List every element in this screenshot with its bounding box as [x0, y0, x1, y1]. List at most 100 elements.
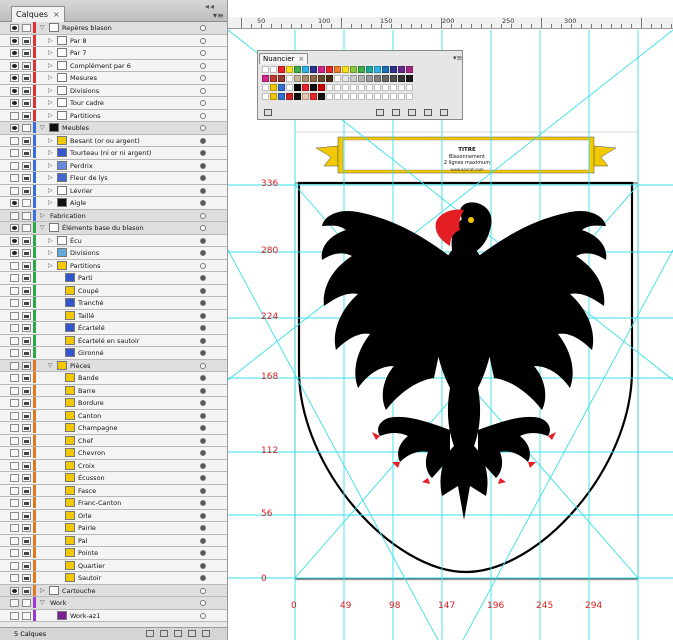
sublayer-row[interactable]: Gironné	[0, 347, 227, 360]
visibility-eye-icon[interactable]	[10, 24, 19, 32]
expand-triangle-closed-icon[interactable]: ▷	[48, 262, 53, 269]
lock-icon[interactable]	[22, 124, 31, 132]
color-swatch[interactable]	[318, 84, 325, 91]
color-swatch[interactable]	[302, 66, 309, 73]
color-swatch[interactable]	[294, 75, 301, 82]
close-icon[interactable]: ×	[298, 55, 304, 63]
target-circle-icon[interactable]	[200, 237, 206, 244]
sublayer-row[interactable]: ▷ Fleur de lys	[0, 172, 227, 185]
color-swatch[interactable]	[390, 66, 397, 73]
color-swatch[interactable]	[318, 75, 325, 82]
color-swatch[interactable]	[382, 93, 389, 100]
lock-icon[interactable]	[22, 336, 31, 345]
color-swatch[interactable]	[406, 75, 413, 82]
sublayer-row[interactable]: ▷ Divisions	[0, 84, 227, 97]
target-circle-icon[interactable]	[200, 75, 206, 81]
target-circle-icon[interactable]	[200, 300, 206, 306]
color-swatch[interactable]	[286, 93, 293, 100]
visibility-eye-icon[interactable]	[10, 199, 19, 207]
color-swatch[interactable]	[342, 84, 349, 91]
target-circle-icon[interactable]	[200, 262, 206, 269]
sublayer-row[interactable]: ▷ Par 7	[0, 47, 227, 60]
color-swatch[interactable]	[390, 75, 397, 82]
expand-triangle-closed-icon[interactable]: ▷	[40, 587, 45, 594]
target-circle-icon[interactable]	[200, 275, 206, 281]
color-swatch[interactable]	[374, 75, 381, 82]
lock-icon[interactable]	[22, 211, 31, 220]
trash-icon[interactable]	[202, 630, 210, 637]
color-swatch[interactable]	[350, 75, 357, 82]
color-swatch[interactable]	[286, 75, 293, 82]
sublayer-row[interactable]: ▷ Tour cadre	[0, 97, 227, 110]
make-clipping-mask-icon[interactable]	[160, 630, 168, 637]
color-swatch[interactable]	[278, 66, 285, 73]
color-swatch[interactable]	[366, 66, 373, 73]
visibility-eye-icon[interactable]	[10, 399, 19, 407]
expand-triangle-closed-icon[interactable]: ▷	[48, 49, 53, 56]
expand-triangle-closed-icon[interactable]: ▷	[40, 212, 45, 219]
visibility-eye-icon[interactable]	[10, 361, 19, 370]
color-swatch[interactable]	[350, 66, 357, 73]
lock-icon[interactable]	[22, 411, 31, 420]
expand-triangle-closed-icon[interactable]: ▷	[48, 99, 53, 106]
lock-icon[interactable]	[22, 599, 31, 607]
target-circle-icon[interactable]	[200, 437, 206, 444]
tab-nuancier[interactable]: Nuancier ×	[259, 53, 309, 64]
color-swatch[interactable]	[262, 84, 269, 91]
lock-icon[interactable]	[22, 286, 31, 295]
target-circle-icon[interactable]	[200, 162, 206, 169]
expand-triangle-open-icon[interactable]: ▽	[40, 24, 45, 31]
lock-icon[interactable]	[22, 374, 31, 382]
visibility-eye-icon[interactable]	[10, 611, 19, 620]
target-circle-icon[interactable]	[200, 325, 206, 331]
visibility-eye-icon[interactable]	[10, 349, 19, 357]
visibility-eye-icon[interactable]	[10, 436, 19, 445]
visibility-eye-icon[interactable]	[10, 111, 19, 120]
color-swatch[interactable]	[326, 84, 333, 91]
expand-triangle-closed-icon[interactable]: ▷	[48, 112, 53, 119]
visibility-eye-icon[interactable]	[10, 424, 19, 432]
layer-row[interactable]: ▽ Pièces	[0, 359, 227, 372]
visibility-eye-icon[interactable]	[10, 211, 19, 220]
new-layer-icon[interactable]	[188, 630, 196, 637]
target-circle-icon[interactable]	[200, 512, 206, 519]
expand-triangle-closed-icon[interactable]: ▷	[48, 187, 53, 194]
lock-icon[interactable]	[22, 586, 31, 595]
sublayer-row[interactable]: Franc-Canton	[0, 497, 227, 510]
layer-row[interactable]: ▷ Fabrication	[0, 209, 227, 222]
color-swatch[interactable]	[390, 84, 397, 91]
lock-icon[interactable]	[22, 349, 31, 357]
color-swatch[interactable]	[342, 93, 349, 100]
expand-triangle-closed-icon[interactable]: ▷	[48, 237, 53, 244]
visibility-eye-icon[interactable]	[10, 386, 19, 395]
visibility-eye-icon[interactable]	[10, 99, 19, 107]
color-swatch[interactable]	[310, 75, 317, 82]
sublayer-row[interactable]: Quartier	[0, 559, 227, 572]
lock-icon[interactable]	[22, 149, 31, 157]
lock-icon[interactable]	[22, 436, 31, 445]
sublayer-row[interactable]: Work-az1	[0, 609, 227, 622]
target-circle-icon[interactable]	[200, 112, 206, 119]
color-swatch[interactable]	[334, 84, 341, 91]
visibility-eye-icon[interactable]	[10, 274, 19, 282]
color-swatch[interactable]	[302, 93, 309, 100]
expand-triangle-closed-icon[interactable]: ▷	[48, 162, 53, 169]
visibility-eye-icon[interactable]	[10, 186, 19, 195]
sublayer-row[interactable]: ▷ Mesures	[0, 72, 227, 85]
color-swatch[interactable]	[286, 84, 293, 91]
lock-icon[interactable]	[22, 449, 31, 457]
target-circle-icon[interactable]	[200, 537, 206, 544]
color-swatch[interactable]	[358, 66, 365, 73]
visibility-eye-icon[interactable]	[10, 336, 19, 345]
sublayer-row[interactable]: ▷ Écu	[0, 234, 227, 247]
visibility-eye-icon[interactable]	[10, 324, 19, 332]
color-swatch[interactable]	[358, 75, 365, 82]
visibility-eye-icon[interactable]	[10, 511, 19, 520]
lock-icon[interactable]	[22, 74, 31, 82]
sublayer-row[interactable]: Chevron	[0, 447, 227, 460]
visibility-eye-icon[interactable]	[10, 499, 19, 507]
sublayer-row[interactable]: Croix	[0, 459, 227, 472]
color-swatch[interactable]	[398, 66, 405, 73]
lock-icon[interactable]	[22, 536, 31, 545]
visibility-eye-icon[interactable]	[10, 549, 19, 557]
